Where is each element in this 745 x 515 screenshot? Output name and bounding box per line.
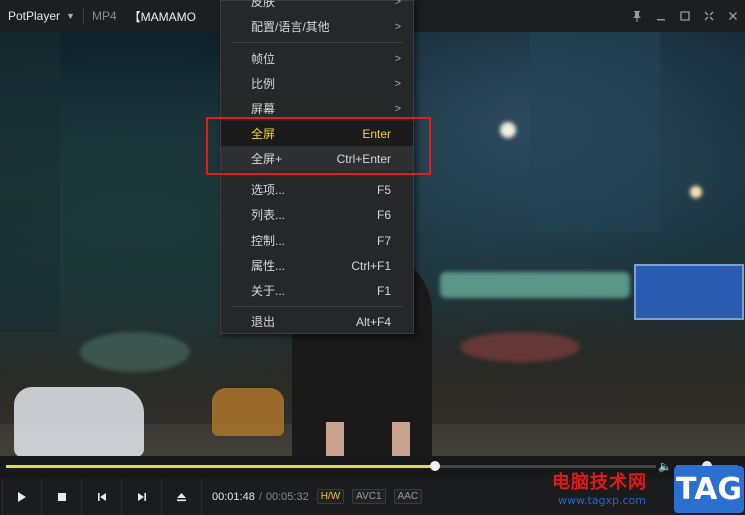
current-time: 00:01:48 [212, 490, 255, 503]
menu-item-config[interactable]: 配置/语言/其他 > [221, 14, 413, 39]
menu-item-playlist[interactable]: 列表... F6 [221, 202, 413, 227]
fullscreen-icon[interactable] [697, 0, 721, 32]
background-building [0, 32, 60, 332]
street-light [500, 122, 516, 138]
video-codec-badge[interactable]: AVC1 [352, 489, 386, 504]
hw-decode-badge[interactable]: H/W [316, 489, 345, 504]
next-icon [137, 492, 146, 501]
menu-item-shortcut: Alt+F4 [355, 314, 391, 329]
menu-item-shortcut: F5 [376, 182, 391, 197]
menu-item-label: 关于... [251, 284, 286, 298]
title-separator [82, 9, 84, 23]
menu-item-label: 属性... [251, 259, 286, 273]
yellow-car [212, 388, 284, 436]
minimize-icon[interactable] [649, 0, 673, 32]
file-format-label: MP4 [91, 9, 117, 23]
previous-icon [97, 492, 106, 501]
person-leg [392, 422, 410, 456]
menu-item-shortcut: F1 [376, 283, 391, 298]
stop-button[interactable] [42, 478, 82, 515]
next-button[interactable] [122, 478, 162, 515]
menu-item-ratio[interactable]: 比例 > [221, 71, 413, 96]
app-menu-button[interactable]: PotPlayer ▼ [0, 0, 75, 32]
seek-progress [6, 465, 435, 468]
maximize-icon[interactable] [673, 0, 697, 32]
menu-item-shortcut: Ctrl+F1 [351, 258, 391, 273]
video-title: 【MAMAMO [128, 9, 196, 24]
submenu-arrow-icon: > [394, 0, 401, 8]
seek-handle[interactable] [430, 461, 440, 471]
background-building [530, 32, 660, 232]
play-icon [18, 491, 26, 502]
eject-button[interactable] [162, 478, 202, 515]
road-sign [634, 264, 744, 320]
menu-item-shortcut: F7 [376, 233, 391, 248]
watermark: 电脑技术网 www.tagxp.com TAG [548, 464, 745, 515]
play-button[interactable] [2, 478, 42, 515]
menu-item-label: 选项... [251, 183, 286, 197]
window-controls [625, 0, 745, 32]
menu-item-label: 退出 [251, 315, 276, 329]
menu-item-shortcut: F6 [376, 207, 391, 222]
submenu-arrow-icon: > [394, 77, 401, 90]
menu-separator [231, 42, 403, 43]
annotation-highlight-box [206, 117, 431, 175]
menu-item-label: 配置/语言/其他 [251, 20, 330, 34]
menu-item-label: 控制... [251, 234, 286, 248]
submenu-arrow-icon: > [394, 52, 401, 65]
watermark-url: www.tagxp.com [558, 494, 646, 507]
menu-item-label: 皮肤 [251, 0, 276, 9]
app-name: PotPlayer [8, 9, 61, 23]
menu-separator [231, 306, 403, 307]
menu-item-exit[interactable]: 退出 Alt+F4 [221, 309, 413, 334]
ambient-lights [80, 332, 190, 372]
submenu-arrow-icon: > [394, 102, 401, 115]
submenu-arrow-icon: > [394, 20, 401, 33]
audio-codec-badge[interactable]: AAC [393, 489, 423, 504]
total-time: 00:05:32 [265, 490, 309, 503]
menu-item-properties[interactable]: 属性... Ctrl+F1 [221, 253, 413, 278]
menu-item-label: 屏幕 [251, 102, 276, 116]
traffic-lights [460, 332, 580, 362]
chevron-down-icon: ▼ [66, 11, 75, 21]
time-separator: / [258, 490, 262, 503]
stop-icon [57, 492, 66, 501]
neon-lights [440, 272, 630, 298]
menu-item-label: 列表... [251, 208, 286, 222]
close-icon[interactable] [721, 0, 745, 32]
white-car [14, 387, 144, 456]
menu-item-control[interactable]: 控制... F7 [221, 228, 413, 253]
menu-item-about[interactable]: 关于... F1 [221, 278, 413, 303]
watermark-logo: TAG [674, 466, 744, 513]
menu-item-label: 比例 [251, 77, 276, 91]
menu-item-frame[interactable]: 帧位 > [221, 46, 413, 71]
pin-icon[interactable] [625, 0, 649, 32]
person-leg [326, 422, 344, 456]
watermark-text: 电脑技术网 [552, 472, 647, 493]
menu-item-options[interactable]: 选项... F5 [221, 177, 413, 202]
menu-item-label: 帧位 [251, 52, 276, 66]
menu-item-skin[interactable]: 皮肤 > [221, 0, 413, 14]
eject-icon [177, 492, 186, 501]
street-light [690, 186, 702, 198]
previous-button[interactable] [82, 478, 122, 515]
